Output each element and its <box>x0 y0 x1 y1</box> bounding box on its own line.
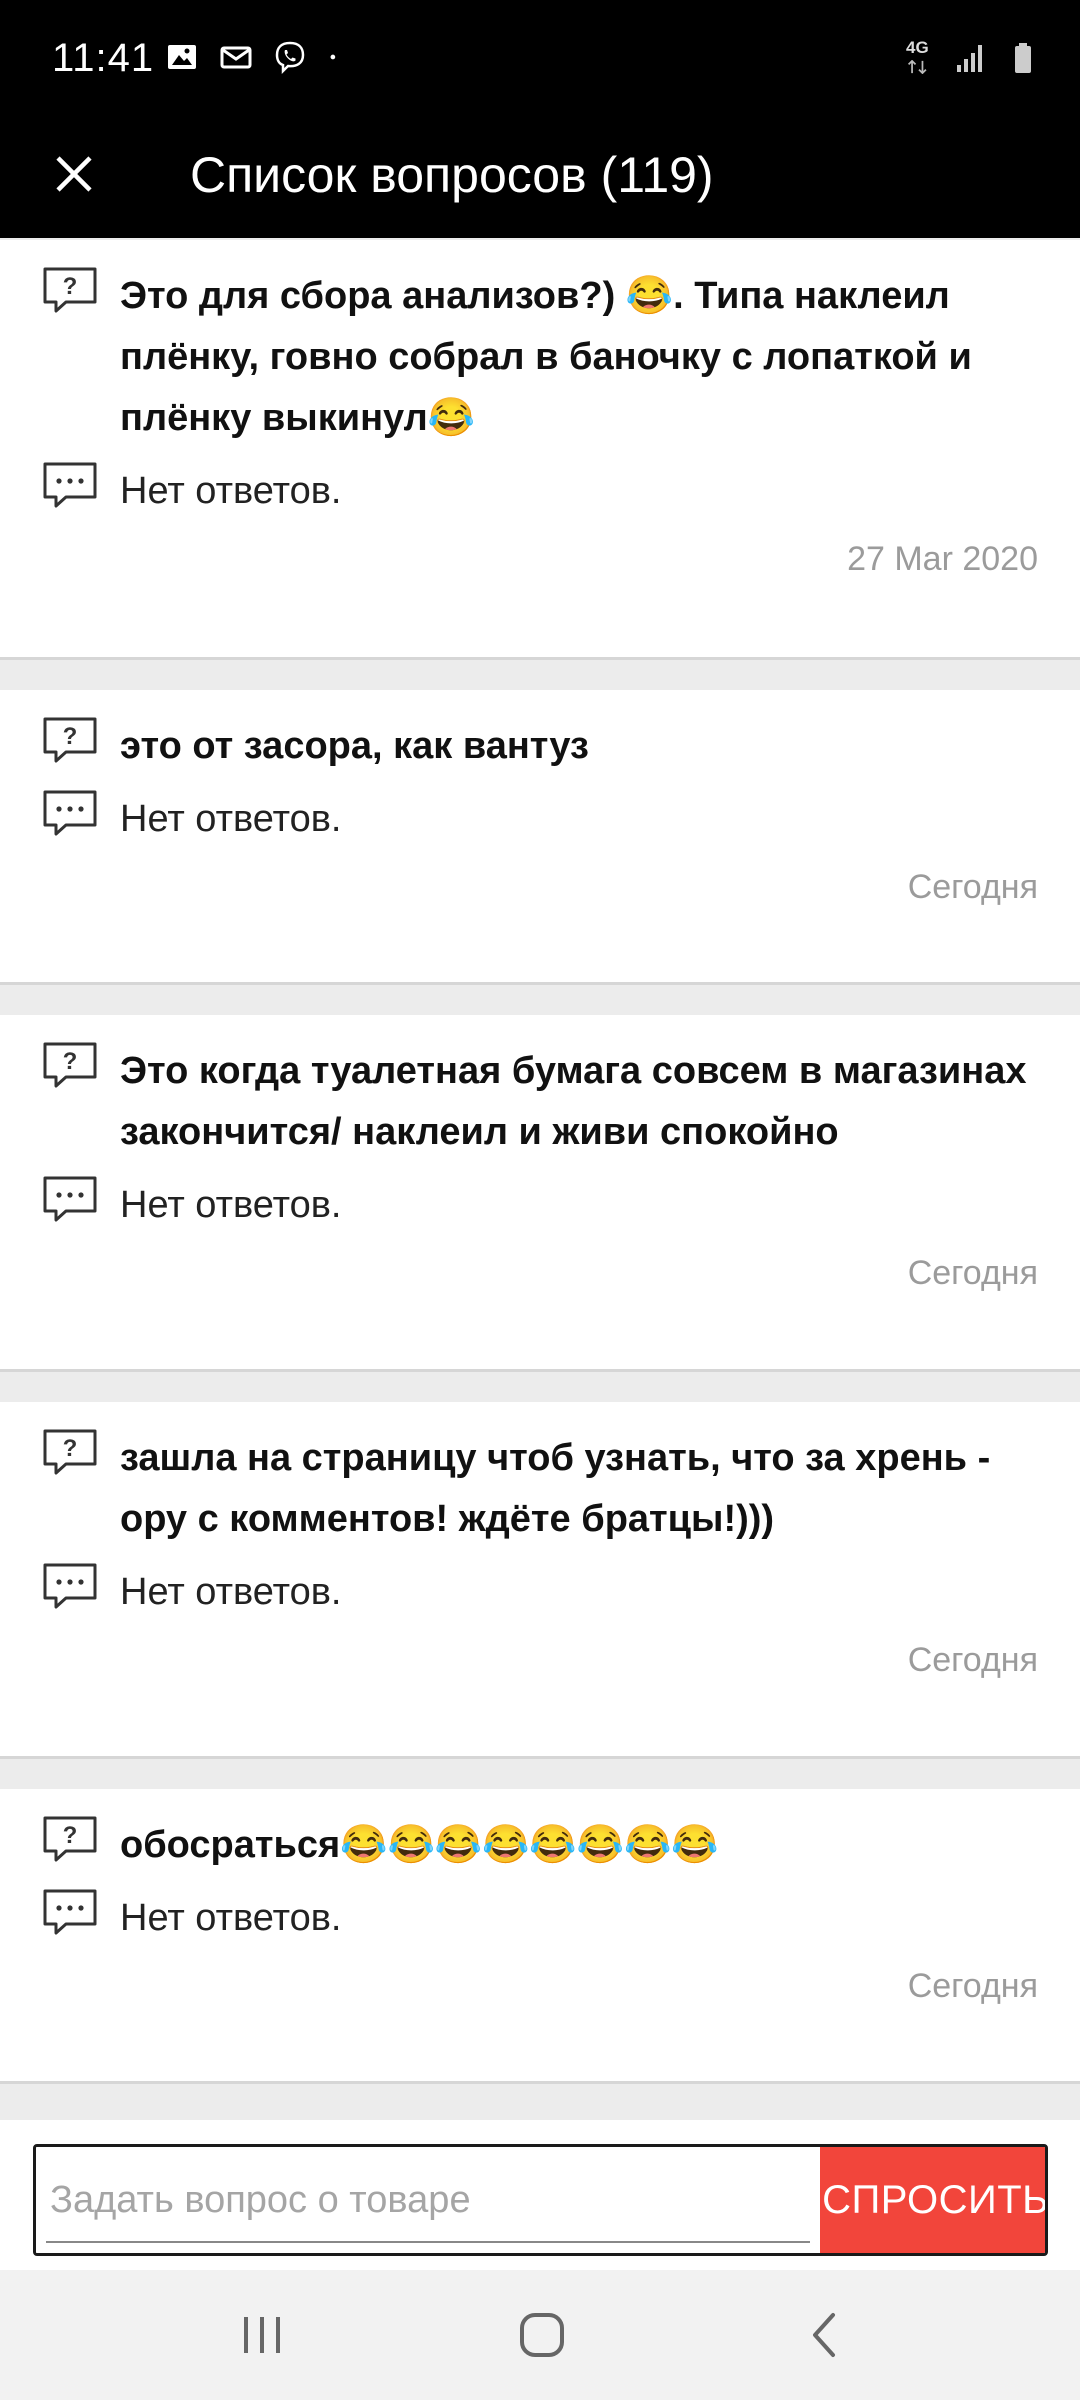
input-underline <box>46 2241 810 2243</box>
answer-status: Нет ответов. <box>120 470 342 512</box>
question-card[interactable]: ? Это для сбора анализов?) 😂. Типа накле… <box>0 240 1080 660</box>
answers-icon <box>43 790 97 836</box>
svg-text:?: ? <box>63 1048 78 1075</box>
svg-text:?: ? <box>63 723 78 750</box>
status-time: 11:41 <box>52 36 155 80</box>
home-button[interactable] <box>502 2298 582 2372</box>
app-bar: Список вопросов (119) <box>0 120 1080 238</box>
network-indicator: 4G <box>906 38 936 78</box>
back-icon <box>813 2313 835 2357</box>
image-icon <box>168 45 196 69</box>
answer-status: Нет ответов. <box>120 1184 342 1226</box>
answers-icon <box>43 1889 97 1935</box>
viber-icon <box>275 41 305 74</box>
question-date: Сегодня <box>907 1641 1038 1679</box>
svg-text:?: ? <box>63 1822 78 1849</box>
question-card[interactable]: ? зашла на страницу чтоб узнать, что за … <box>0 1402 1080 1759</box>
ask-question-input[interactable] <box>36 2147 818 2253</box>
question-icon: ? <box>43 1042 97 1088</box>
battery-icon <box>1015 43 1031 73</box>
data-arrows-icon <box>907 60 927 74</box>
answers-icon <box>43 1563 97 1609</box>
svg-text:?: ? <box>63 273 78 300</box>
question-icon: ? <box>43 1429 97 1475</box>
question-text: зашла на страницу чтоб узнать, что за хр… <box>120 1437 991 1540</box>
network-label: 4G <box>906 38 929 57</box>
home-icon <box>520 2313 564 2357</box>
question-text: Это для сбора анализов?) 😂. Типа наклеил… <box>120 275 972 439</box>
question-card[interactable]: ? обосраться😂😂😂😂😂😂😂😂 Нет ответов. Сегодн… <box>0 1789 1080 2084</box>
question-date: Сегодня <box>907 1254 1038 1292</box>
dot-icon <box>330 54 336 60</box>
notification-icons <box>165 40 347 74</box>
answers-icon <box>43 1176 97 1222</box>
system-navigation-bar <box>0 2270 1080 2400</box>
page-title: Список вопросов (119) <box>190 147 714 203</box>
question-icon: ? <box>43 1816 97 1862</box>
question-card[interactable]: ? это от засора, как вантуз Нет ответов.… <box>0 690 1080 985</box>
close-button[interactable] <box>42 142 106 206</box>
back-button[interactable] <box>784 2298 864 2372</box>
question-date: 27 Mar 2020 <box>847 540 1038 578</box>
ask-button[interactable]: СПРОСИТЬ <box>820 2147 1045 2253</box>
answers-icon <box>43 462 97 508</box>
question-text: обосраться😂😂😂😂😂😂😂😂 <box>120 1824 719 1866</box>
question-list[interactable]: ? Это для сбора анализов?) 😂. Типа накле… <box>0 240 1080 2114</box>
question-date: Сегодня <box>907 868 1038 906</box>
answer-status: Нет ответов. <box>120 1571 342 1613</box>
answer-status: Нет ответов. <box>120 798 342 840</box>
recents-button[interactable] <box>222 2298 302 2372</box>
mail-icon <box>220 46 252 69</box>
close-icon <box>56 156 92 192</box>
ask-question-bar: СПРОСИТЬ <box>0 2120 1080 2270</box>
question-text: Это когда туалетная бумага совсем в мага… <box>120 1050 1027 1153</box>
question-date: Сегодня <box>907 1967 1038 2005</box>
signal-icon <box>957 45 982 72</box>
ask-form: СПРОСИТЬ <box>33 2144 1048 2256</box>
answer-status: Нет ответов. <box>120 1897 342 1939</box>
system-icons: 4G <box>906 38 1040 78</box>
svg-text:?: ? <box>63 1435 78 1462</box>
question-icon: ? <box>43 717 97 763</box>
question-card[interactable]: ? Это когда туалетная бумага совсем в ма… <box>0 1015 1080 1372</box>
recents-icon <box>244 2317 280 2353</box>
question-text: это от засора, как вантуз <box>120 725 589 767</box>
question-icon: ? <box>43 267 97 313</box>
status-bar: 11:41 4G <box>0 0 1080 120</box>
